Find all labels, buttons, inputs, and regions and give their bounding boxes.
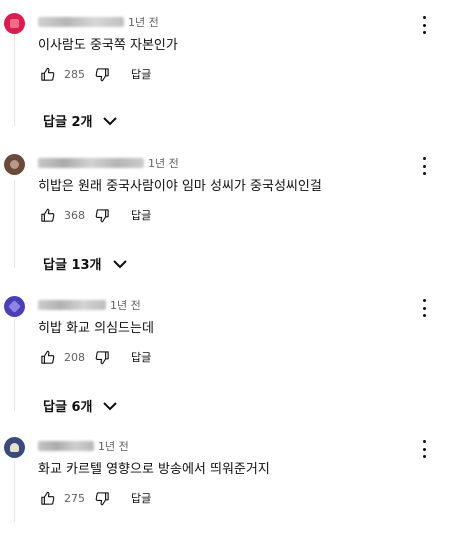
- replies-count-label: 답글 6개: [43, 400, 93, 415]
- comment-text: 이사람도 중국쪽 자본인가: [38, 38, 178, 53]
- thumbs-up-icon[interactable]: [38, 65, 56, 83]
- comment-timestamp[interactable]: 1년 전: [110, 297, 141, 313]
- author-name-redacted[interactable]: [38, 300, 106, 310]
- view-replies-button[interactable]: 답글 2개: [43, 111, 118, 130]
- thumbs-down-icon[interactable]: [93, 489, 111, 507]
- like-count: 208: [64, 350, 85, 364]
- comment-actions: 275 답글: [38, 489, 151, 507]
- avatar[interactable]: [4, 154, 25, 175]
- more-vert-icon[interactable]: [419, 157, 429, 175]
- like-count: 275: [64, 491, 85, 505]
- comment-timestamp[interactable]: 1년 전: [98, 438, 129, 454]
- comment-actions: 285 답글: [38, 65, 151, 83]
- author-name-redacted[interactable]: [38, 158, 144, 168]
- comment-header: 1년 전: [38, 297, 141, 313]
- chevron-down-icon: [103, 401, 118, 410]
- view-replies-button[interactable]: 답글 6개: [43, 396, 118, 415]
- comment-header: 1년 전: [38, 14, 159, 30]
- thumbs-up-icon[interactable]: [38, 206, 56, 224]
- comment-timestamp[interactable]: 1년 전: [148, 155, 179, 171]
- avatar[interactable]: [4, 13, 25, 34]
- reply-button[interactable]: 답글: [131, 490, 151, 506]
- comment-header: 1년 전: [38, 438, 129, 454]
- thread-line: [14, 462, 15, 522]
- like-count: 368: [64, 208, 85, 222]
- comment-header: 1년 전: [38, 155, 179, 171]
- replies-count-label: 답글 13개: [43, 258, 102, 273]
- reply-button[interactable]: 답글: [131, 207, 151, 223]
- reply-button[interactable]: 답글: [131, 66, 151, 82]
- more-vert-icon[interactable]: [419, 299, 429, 317]
- comment-actions: 208 답글: [38, 348, 151, 366]
- thumbs-down-icon[interactable]: [93, 348, 111, 366]
- thumbs-up-icon[interactable]: [38, 348, 56, 366]
- author-name-redacted[interactable]: [38, 441, 94, 451]
- chevron-down-icon: [112, 259, 127, 268]
- thread-line: [14, 30, 15, 126]
- more-vert-icon[interactable]: [419, 16, 429, 34]
- comment-text: 히밥은 원래 중국사람이야 임마 성씨가 중국성씨인걸: [38, 179, 322, 194]
- more-vert-icon[interactable]: [419, 440, 429, 458]
- thread-line: [14, 180, 15, 268]
- comment-text: 화교 카르텔 영향으로 방송에서 띄워준거지: [38, 462, 270, 477]
- comment-actions: 368 답글: [38, 206, 151, 224]
- thumbs-up-icon[interactable]: [38, 489, 56, 507]
- avatar[interactable]: [4, 296, 25, 317]
- replies-count-label: 답글 2개: [43, 115, 93, 130]
- chevron-down-icon: [103, 116, 118, 125]
- comment-text: 히밥 화교 의심드는데: [38, 321, 154, 336]
- thumbs-down-icon[interactable]: [93, 206, 111, 224]
- like-count: 285: [64, 67, 85, 81]
- thread-line: [14, 321, 15, 411]
- view-replies-button[interactable]: 답글 13개: [43, 254, 128, 273]
- comment-timestamp[interactable]: 1년 전: [128, 14, 159, 30]
- avatar[interactable]: [4, 437, 25, 458]
- reply-button[interactable]: 답글: [131, 349, 151, 365]
- author-name-redacted[interactable]: [38, 17, 124, 27]
- thumbs-down-icon[interactable]: [93, 65, 111, 83]
